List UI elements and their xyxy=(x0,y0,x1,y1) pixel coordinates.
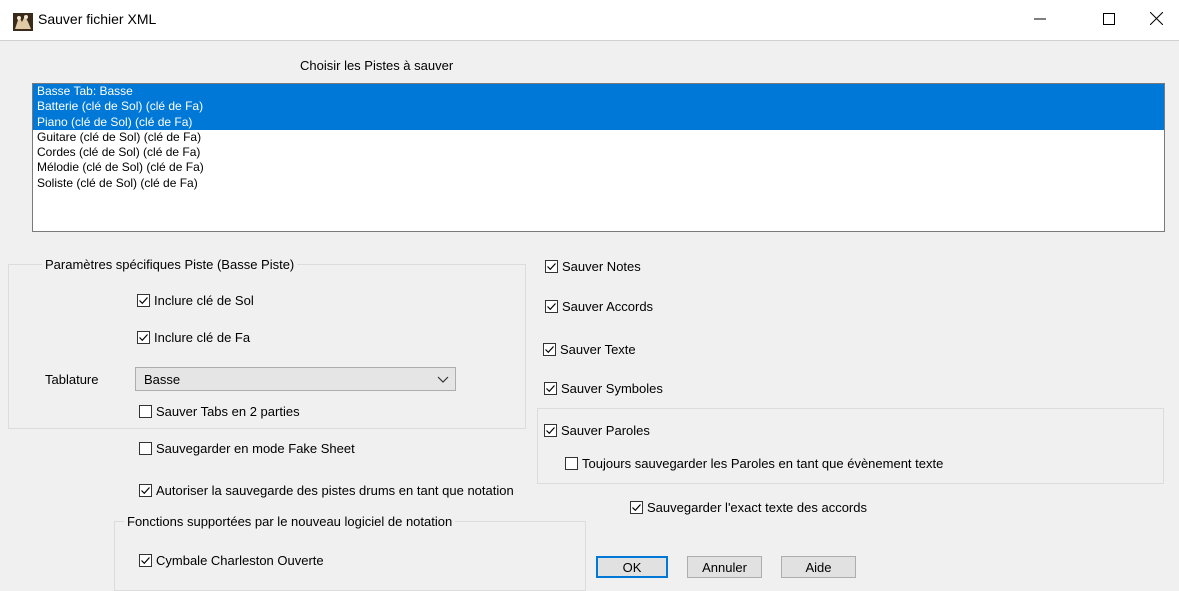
list-item[interactable]: Soliste (clé de Sol) (clé de Fa) xyxy=(33,176,1164,191)
drums-as-notation-label: Autoriser la sauvegarde des pistes drums… xyxy=(156,483,514,498)
drums-as-notation-checkbox[interactable]: Autoriser la sauvegarde des pistes drums… xyxy=(139,483,514,498)
include-treble-label: Inclure clé de Sol xyxy=(154,293,254,308)
checkbox-box xyxy=(137,294,150,307)
hihat-open-label: Cymbale Charleston Ouverte xyxy=(156,553,324,568)
help-button[interactable]: Aide xyxy=(781,556,856,578)
chevron-down-icon xyxy=(437,373,449,388)
close-icon xyxy=(1149,11,1163,28)
checkbox-box xyxy=(630,501,643,514)
ok-button[interactable]: OK xyxy=(596,556,668,578)
save-symbols-checkbox[interactable]: Sauver Symboles xyxy=(544,381,663,396)
lyrics-as-text-checkbox[interactable]: Toujours sauvegarder les Paroles en tant… xyxy=(565,456,943,471)
list-item[interactable]: Mélodie (clé de Sol) (clé de Fa) xyxy=(33,160,1164,175)
save-text-label: Sauver Texte xyxy=(560,342,636,357)
save-symbols-label: Sauver Symboles xyxy=(561,381,663,396)
track-listbox[interactable]: Basse Tab: Basse Batterie (clé de Sol) (c… xyxy=(32,83,1165,232)
fake-sheet-label: Sauvegarder en mode Fake Sheet xyxy=(156,441,355,456)
tablature-label: Tablature xyxy=(45,372,99,387)
new-notation-legend: Fonctions supportées par le nouveau logi… xyxy=(124,514,456,529)
close-button[interactable] xyxy=(1133,0,1179,40)
checkbox-box xyxy=(139,442,152,455)
band-in-a-box-icon xyxy=(13,13,33,31)
list-item[interactable]: Cordes (clé de Sol) (clé de Fa) xyxy=(33,145,1164,160)
track-settings-legend: Paramètres spécifiques Piste (Basse Pist… xyxy=(42,257,298,272)
include-bass-checkbox[interactable]: Inclure clé de Fa xyxy=(137,330,250,345)
minimize-button[interactable] xyxy=(1017,0,1063,40)
exact-chord-text-checkbox[interactable]: Sauvegarder l'exact texte des accords xyxy=(630,500,867,515)
list-item[interactable]: Batterie (clé de Sol) (clé de Fa) xyxy=(33,99,1164,115)
title-bar: Sauver fichier XML xyxy=(0,0,1179,41)
hihat-open-checkbox[interactable]: Cymbale Charleston Ouverte xyxy=(139,553,324,568)
checkbox-box xyxy=(543,343,556,356)
checkbox-box xyxy=(139,405,152,418)
save-tabs-two-parts-checkbox[interactable]: Sauver Tabs en 2 parties xyxy=(139,404,300,419)
exact-chord-text-label: Sauvegarder l'exact texte des accords xyxy=(647,500,867,515)
include-bass-label: Inclure clé de Fa xyxy=(154,330,251,345)
maximize-icon xyxy=(1103,12,1115,28)
cancel-button[interactable]: Annuler xyxy=(687,556,762,578)
checkbox-box xyxy=(565,457,578,470)
checkbox-box xyxy=(544,424,557,437)
checkbox-box xyxy=(137,331,150,344)
checkbox-box xyxy=(139,484,152,497)
save-chords-checkbox[interactable]: Sauver Accords xyxy=(545,299,653,314)
checkbox-box xyxy=(544,382,557,395)
list-item[interactable]: Basse Tab: Basse xyxy=(33,84,1164,100)
lyrics-group xyxy=(537,408,1164,484)
fake-sheet-checkbox[interactable]: Sauvegarder en mode Fake Sheet xyxy=(139,441,355,456)
maximize-button[interactable] xyxy=(1086,0,1132,40)
save-text-checkbox[interactable]: Sauver Texte xyxy=(543,342,636,357)
tracks-heading: Choisir les Pistes à sauver xyxy=(300,58,454,73)
list-item[interactable]: Piano (clé de Sol) (clé de Fa) xyxy=(33,114,1164,130)
lyrics-as-text-label: Toujours sauvegarder les Paroles en tant… xyxy=(582,456,944,471)
save-notes-label: Sauver Notes xyxy=(562,259,641,274)
checkbox-box xyxy=(545,260,558,273)
save-tabs-two-parts-label: Sauver Tabs en 2 parties xyxy=(156,404,300,419)
tablature-value: Basse xyxy=(144,372,181,387)
save-lyrics-label: Sauver Paroles xyxy=(561,423,650,438)
minimize-icon xyxy=(1034,13,1046,28)
tablature-select[interactable]: Basse xyxy=(135,367,456,391)
list-item[interactable]: Guitare (clé de Sol) (clé de Fa) xyxy=(33,130,1164,145)
checkbox-box xyxy=(139,554,152,567)
include-treble-checkbox[interactable]: Inclure clé de Sol xyxy=(137,293,254,308)
save-notes-checkbox[interactable]: Sauver Notes xyxy=(545,259,641,274)
save-chords-label: Sauver Accords xyxy=(562,299,654,314)
save-lyrics-checkbox[interactable]: Sauver Paroles xyxy=(544,423,650,438)
window-title: Sauver fichier XML xyxy=(38,11,157,27)
checkbox-box xyxy=(545,300,558,313)
